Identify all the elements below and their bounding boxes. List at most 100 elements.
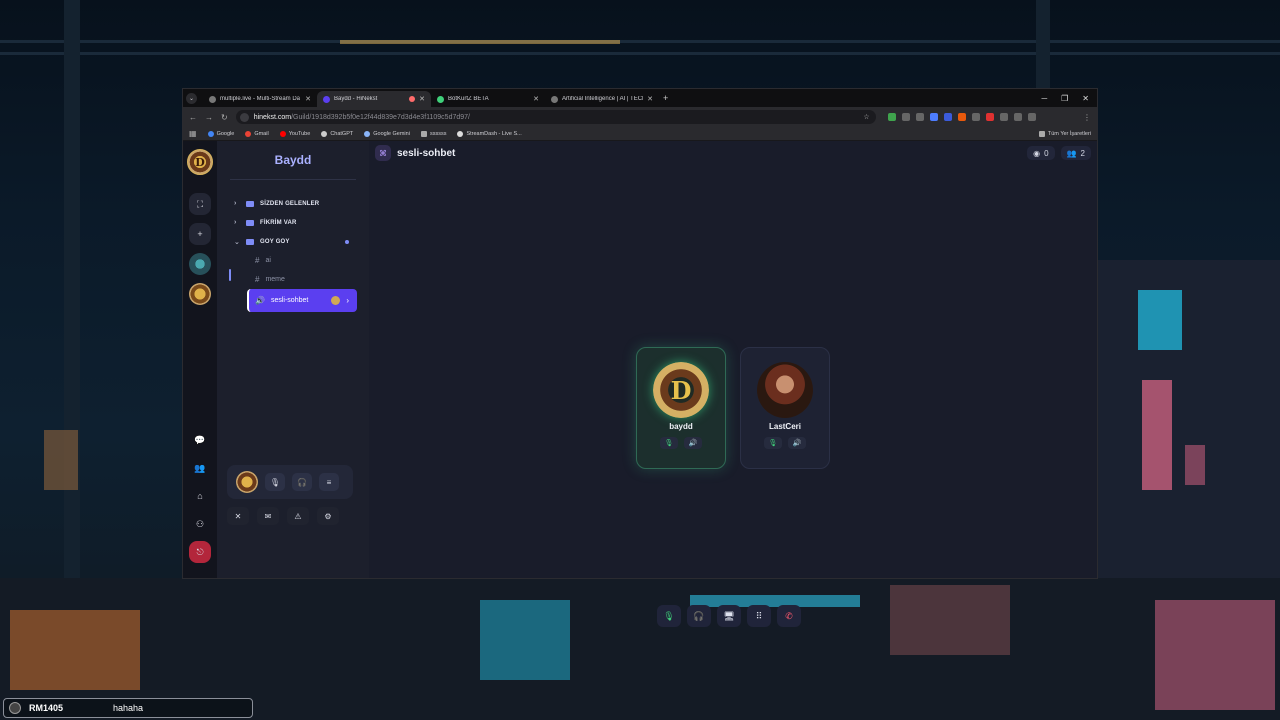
logout-icon[interactable]: ⎋ (189, 541, 211, 563)
tab-ai[interactable]: Artificial Intelligence | AI | TECH ✕ (545, 91, 659, 107)
friends-icon[interactable]: 👥 (189, 457, 211, 479)
chevron-right-icon: › (234, 200, 237, 207)
extension-icon[interactable] (901, 113, 910, 121)
window-controls: ─ ❐ ✕ (1041, 94, 1097, 103)
category-label: FİKRİM VAR (260, 219, 297, 226)
hash-icon: # (255, 256, 260, 265)
participant-card-baydd[interactable]: D baydd 🎙 🔊 (636, 347, 726, 469)
user-avatar[interactable] (236, 471, 258, 493)
restore-icon[interactable]: ❐ (1061, 94, 1068, 103)
close-icon[interactable]: ✕ (305, 95, 311, 103)
bookmarks-bar: ▦ Google Gmail YouTube ChatGPT Google Ge… (183, 127, 1097, 141)
back-icon[interactable]: ← (189, 113, 197, 122)
hang-up-button[interactable]: ✆ (777, 605, 801, 627)
channel-title: sesli-sohbet (397, 147, 456, 159)
channel-label: meme (265, 276, 285, 283)
google-icon (207, 130, 214, 137)
tab-baydd[interactable]: Baydd - HiNekst ✕ (317, 91, 431, 107)
tab-botkurtz[interactable]: BotKurtZ BETA ✕ (431, 91, 545, 107)
server-icon[interactable] (189, 253, 211, 275)
new-tab-button[interactable]: + (663, 93, 668, 103)
mic-icon[interactable]: 🎙 (265, 473, 285, 491)
extension-icon[interactable] (915, 113, 924, 121)
forward-icon[interactable]: → (205, 113, 213, 122)
bookmark-streamdash[interactable]: StreamDash - Live S... (457, 130, 522, 137)
home-icon[interactable]: ⌂ (189, 485, 211, 507)
add-server-button[interactable]: + (189, 223, 211, 245)
unread-dot (345, 239, 349, 244)
apps-grid-button[interactable]: ⠿ (747, 605, 771, 627)
tab-multistream[interactable]: multiple.live - Multi-Stream Da ✕ (203, 91, 317, 107)
channel-sesli-sohbet[interactable]: 🔊 sesli-sohbet › (247, 289, 357, 312)
mail-icon[interactable]: ✉ (257, 507, 279, 525)
extension-icon[interactable] (1013, 113, 1022, 121)
puzzle-icon[interactable] (1027, 113, 1036, 121)
mic-toggle-button[interactable]: 🎙 (657, 605, 681, 627)
extension-icon[interactable] (985, 113, 994, 121)
channel-header: ⌘ sesli-sohbet (369, 141, 1097, 165)
close-icon[interactable]: ✕ (419, 95, 425, 103)
close-icon[interactable]: ✕ (227, 507, 249, 525)
category-fikrim-var[interactable]: › FİKRİM VAR (217, 213, 369, 232)
volume-icon: 🔊 (788, 437, 806, 449)
address-bar-row: ← → ↻ hinekst.com/Guild/1918d392b5f0e12f… (183, 107, 1097, 127)
chevron-right-icon[interactable]: › (346, 296, 349, 305)
headphones-toggle-button[interactable]: 🎧 (687, 605, 711, 627)
apps-grid-icon[interactable]: ▦ (189, 129, 197, 138)
bookmark-label: Gmail (254, 130, 269, 137)
app-container: D ⛶ + 💬 👥 ⌂ ⚇ ⎋ Baydd › SİZDEN GELENLER (183, 141, 1097, 627)
add-user-icon[interactable]: ⚇ (189, 513, 211, 535)
server-icon-baydd[interactable] (189, 283, 211, 305)
extension-icon[interactable] (999, 113, 1008, 121)
warning-icon[interactable]: ⚠ (287, 507, 309, 525)
menu-kebab-icon[interactable]: ⋮ (1083, 113, 1091, 122)
bg-shop (1155, 600, 1275, 710)
bookmark-youtube[interactable]: YouTube (279, 130, 310, 137)
bg-pole (64, 0, 80, 600)
bookmark-google[interactable]: Google (207, 130, 234, 137)
expand-icon[interactable]: ⛶ (189, 193, 211, 215)
bookmark-gemini[interactable]: Google Gemini (364, 130, 410, 137)
bg-wire (0, 40, 1280, 43)
extension-icon[interactable] (929, 113, 938, 121)
member-avatar (331, 296, 341, 305)
reload-icon[interactable]: ↻ (221, 113, 228, 122)
tab-title: BotKurtZ BETA (448, 96, 489, 102)
server-rail: D ⛶ + 💬 👥 ⌂ ⚇ ⎋ (183, 141, 217, 578)
url-field[interactable]: hinekst.com/Guild/1918d392b5f0e12f44d839… (235, 110, 876, 124)
screen-share-button[interactable]: 🖥 (717, 605, 741, 627)
gmail-icon (245, 130, 252, 137)
extension-icon[interactable] (971, 113, 980, 121)
minimize-icon[interactable]: ─ (1041, 94, 1047, 103)
folder-icon (246, 200, 254, 207)
channel-meme[interactable]: # meme (217, 270, 369, 289)
channel-ai[interactable]: # ai (217, 251, 369, 270)
headphones-icon[interactable]: 🎧 (292, 473, 312, 491)
views-badge[interactable]: ◉ 0 (1027, 146, 1055, 160)
category-goy-goy[interactable]: ⌄ GOY GOY (217, 232, 369, 251)
extension-icon[interactable] (943, 113, 952, 121)
members-badge[interactable]: 👥 2 (1060, 146, 1091, 160)
category-label: SİZDEN GELENLER (260, 200, 320, 207)
extension-icon[interactable] (887, 113, 896, 121)
all-bookmarks[interactable]: Tüm Yer İşaretleri (1038, 130, 1091, 137)
chat-bubbles-icon[interactable]: 💬 (189, 429, 211, 451)
category-sizden-gelenler[interactable]: › SİZDEN GELENLER (217, 194, 369, 213)
site-info-icon[interactable] (239, 112, 249, 122)
tab-search-button[interactable]: ⌄ (186, 92, 197, 104)
close-icon[interactable]: ✕ (647, 95, 653, 103)
gear-icon[interactable]: ⚙ (317, 507, 339, 525)
participant-card-lastceri[interactable]: LastCeri 🎙 🔊 (740, 347, 830, 469)
close-window-icon[interactable]: ✕ (1082, 94, 1089, 103)
bookmark-chatgpt[interactable]: ChatGPT (321, 130, 353, 137)
star-icon[interactable]: ☆ (863, 113, 869, 121)
bookmark-folder[interactable]: ssssss (420, 130, 446, 137)
gamepad-icon: ⌘ (375, 145, 391, 161)
bookmark-gmail[interactable]: Gmail (245, 130, 269, 137)
extension-icon[interactable] (957, 113, 966, 121)
mic-icon: 🎙 (660, 437, 678, 449)
chat-user-avatar (9, 702, 21, 714)
settings-sliders-icon[interactable]: ≡ (319, 473, 339, 491)
close-icon[interactable]: ✕ (533, 95, 539, 103)
profile-avatar[interactable]: D (187, 149, 213, 175)
